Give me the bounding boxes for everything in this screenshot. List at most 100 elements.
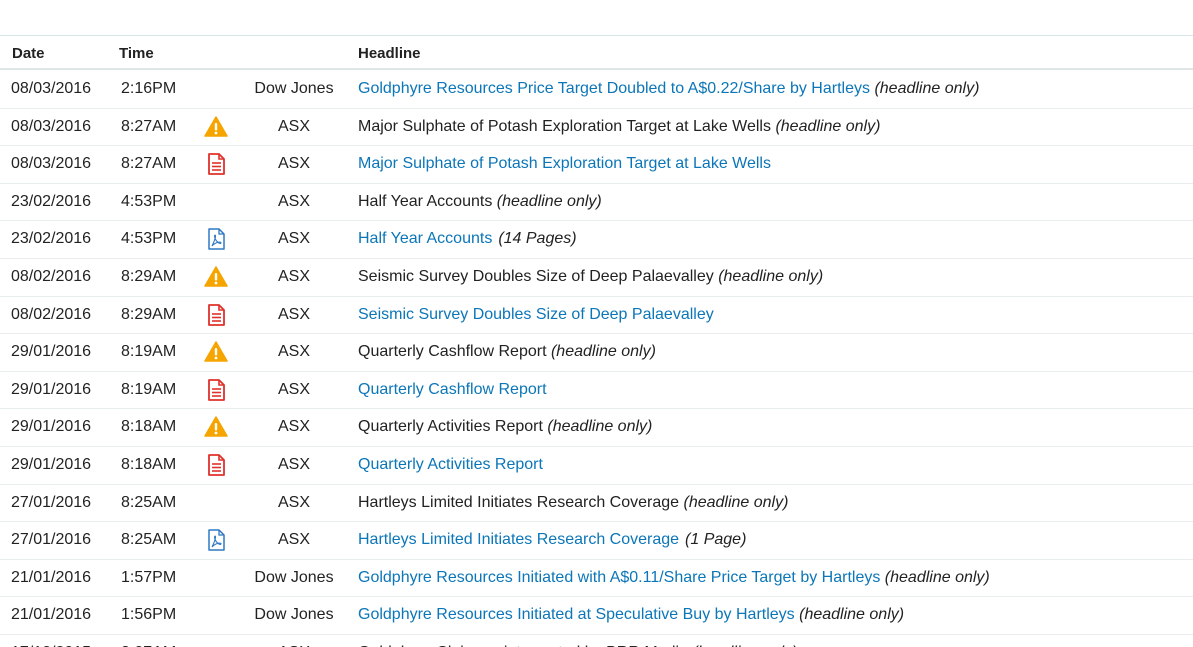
headline-link[interactable]: Quarterly Cashflow Report [358, 381, 547, 398]
headline-only-note: (headline only) [874, 80, 980, 97]
row-date: 29/01/2016 [11, 380, 92, 398]
row-source: Dow Jones [254, 568, 334, 586]
row-time: 1:57PM [121, 568, 177, 586]
headline-link[interactable]: Goldphyre Resources Price Target Doubled… [358, 80, 870, 97]
row-headline: Quarterly Cashflow Report [358, 381, 547, 399]
row-source: ASX [277, 380, 310, 398]
row-time: 8:25AM [121, 493, 177, 511]
table-row: 08/03/2016 8:27AM ASX Major Sulphate of Pot… [0, 146, 1193, 184]
column-header-date[interactable]: Date [12, 45, 45, 62]
row-source: ASX [277, 305, 310, 323]
row-date: 29/01/2016 [11, 455, 92, 473]
table-row: 29/01/2016 8:19AM ASX Quarterly Cashflow Re… [0, 372, 1193, 410]
row-time: 8:19AM [121, 343, 177, 361]
table-row: 08/03/2016 8:27AM ASX Major Sulphate of Pot… [0, 109, 1193, 147]
table-row: 21/01/2016 1:57PM Dow Jones Goldphyre Resou… [0, 560, 1193, 598]
row-source: Dow Jones [254, 606, 334, 624]
row-time: 2:16PM [121, 80, 177, 97]
row-date: 29/01/2016 [11, 418, 92, 436]
table-row: 21/01/2016 1:56PM Dow Jones Goldphyre Resou… [0, 597, 1193, 635]
pdf-icon[interactable] [204, 528, 228, 552]
document-icon[interactable] [204, 152, 228, 176]
warning-icon [204, 340, 228, 364]
row-headline: Goldphyre Resources Initiated with A$0.1… [358, 569, 990, 587]
table-row: 27/01/2016 8:25AM ASX Hartleys Limited Init… [0, 522, 1193, 560]
headline-link[interactable]: Quarterly Activities Report [358, 456, 543, 473]
row-date: 23/02/2016 [11, 230, 92, 248]
headline-only-note: (headline only) [775, 117, 881, 135]
headline-link[interactable]: Hartleys Limited Initiates Research Cove… [358, 531, 679, 548]
page-count: (1 Page) [685, 531, 747, 549]
warning-icon [204, 415, 228, 439]
row-date: 21/01/2016 [11, 606, 92, 624]
headline-text: Quarterly Activities Report [358, 418, 543, 436]
row-date: 08/02/2016 [11, 305, 92, 323]
page-count: (14 Pages) [498, 230, 577, 248]
row-time: 8:29AM [121, 305, 177, 323]
row-headline: Major Sulphate of Potash Exploration Tar… [358, 118, 880, 136]
headline-only-note: (headline only) [718, 267, 824, 285]
row-source: ASX [277, 192, 310, 210]
table-row: 17/12/20158:07AMASXGoldphyre Claims rein… [0, 635, 1193, 647]
headline-only-note: (headline only) [547, 418, 653, 436]
row-headline: Seismic Survey Doubles Size of Deep Pala… [358, 268, 823, 286]
row-date: 23/02/2016 [11, 192, 92, 210]
headline-link[interactable]: Goldphyre Resources Initiated at Specula… [358, 606, 795, 623]
document-icon[interactable] [204, 378, 228, 402]
headline-link[interactable]: Half Year Accounts [358, 230, 492, 247]
pdf-icon[interactable] [204, 227, 228, 251]
row-date: 27/01/2016 [11, 493, 92, 511]
headline-text: Hartleys Limited Initiates Research Cove… [358, 493, 680, 511]
headline-link[interactable]: Goldphyre Resources Initiated with A$0.1… [358, 569, 880, 586]
row-headline: Major Sulphate of Potash Exploration Tar… [358, 155, 771, 173]
row-headline: Half Year Accounts (14 Pages) [358, 230, 577, 248]
row-source: ASX [277, 343, 310, 361]
row-time: 8:25AM [121, 531, 177, 549]
column-header-time[interactable]: Time [119, 45, 154, 62]
row-headline: Quarterly Activities Report (headline on… [358, 418, 652, 436]
row-time: 8:29AM [121, 267, 177, 285]
headline-only-note: (headline only) [884, 568, 990, 586]
row-source: ASX [277, 455, 310, 473]
row-date: 21/01/2016 [11, 568, 92, 586]
document-icon[interactable] [204, 303, 228, 327]
announcements-table-body: 08/03/2016 2:16PM Dow Jones Goldphyre Resou… [0, 71, 1193, 647]
row-date: 27/01/2016 [11, 531, 92, 549]
headline-only-note: (headline only) [683, 493, 789, 511]
table-row: 27/01/2016 8:25AM ASX Hartleys Limited Init… [0, 485, 1193, 523]
headline-text: Major Sulphate of Potash Exploration Tar… [358, 117, 771, 135]
row-headline: Hartleys Limited Initiates Research Cove… [358, 494, 788, 512]
table-row: 23/02/2016 4:53PM ASX Half Year Accounts (h… [0, 184, 1193, 222]
document-icon[interactable] [204, 453, 228, 477]
warning-icon [204, 265, 228, 289]
warning-icon [204, 115, 228, 139]
column-header-headline[interactable]: Headline [358, 45, 421, 62]
row-headline: Quarterly Cashflow Report (headline only… [358, 343, 656, 361]
table-row: 08/03/2016 2:16PM Dow Jones Goldphyre Resou… [0, 71, 1193, 109]
row-time: 4:53PM [121, 192, 177, 210]
table-row: 29/01/2016 8:18AM ASX Quarterly Activities … [0, 409, 1193, 447]
headline-only-note: (headline only) [496, 192, 602, 210]
row-date: 08/03/2016 [11, 155, 92, 173]
headline-link[interactable]: Major Sulphate of Potash Exploration Tar… [358, 155, 771, 172]
row-time: 4:53PM [121, 230, 177, 248]
row-source: ASX [277, 418, 310, 436]
row-source: ASX [277, 230, 310, 248]
headline-link[interactable]: Seismic Survey Doubles Size of Deep Pala… [358, 306, 714, 323]
row-headline: Seismic Survey Doubles Size of Deep Pala… [358, 306, 714, 324]
table-row: 29/01/2016 8:19AM ASX Quarterly Cashflow Re… [0, 334, 1193, 372]
row-source: ASX [277, 493, 310, 511]
row-time: 1:56PM [121, 606, 177, 624]
headline-only-note: (headline only) [550, 343, 656, 361]
row-source: ASX [277, 117, 310, 135]
table-row: 08/02/2016 8:29AM ASX Seismic Survey Double… [0, 297, 1193, 335]
row-headline: Quarterly Activities Report [358, 456, 543, 474]
row-date: 08/02/2016 [11, 267, 92, 285]
row-date: 08/03/2016 [11, 117, 92, 135]
row-time: 8:18AM [121, 455, 177, 473]
row-source: ASX [277, 531, 310, 549]
table-row: 23/02/2016 4:53PM ASX Half Year Accounts (14… [0, 221, 1193, 259]
row-date: 08/03/2016 [11, 80, 92, 97]
row-headline: Half Year Accounts (headline only) [358, 193, 602, 211]
table-header: Date Time Headline [0, 36, 1193, 70]
